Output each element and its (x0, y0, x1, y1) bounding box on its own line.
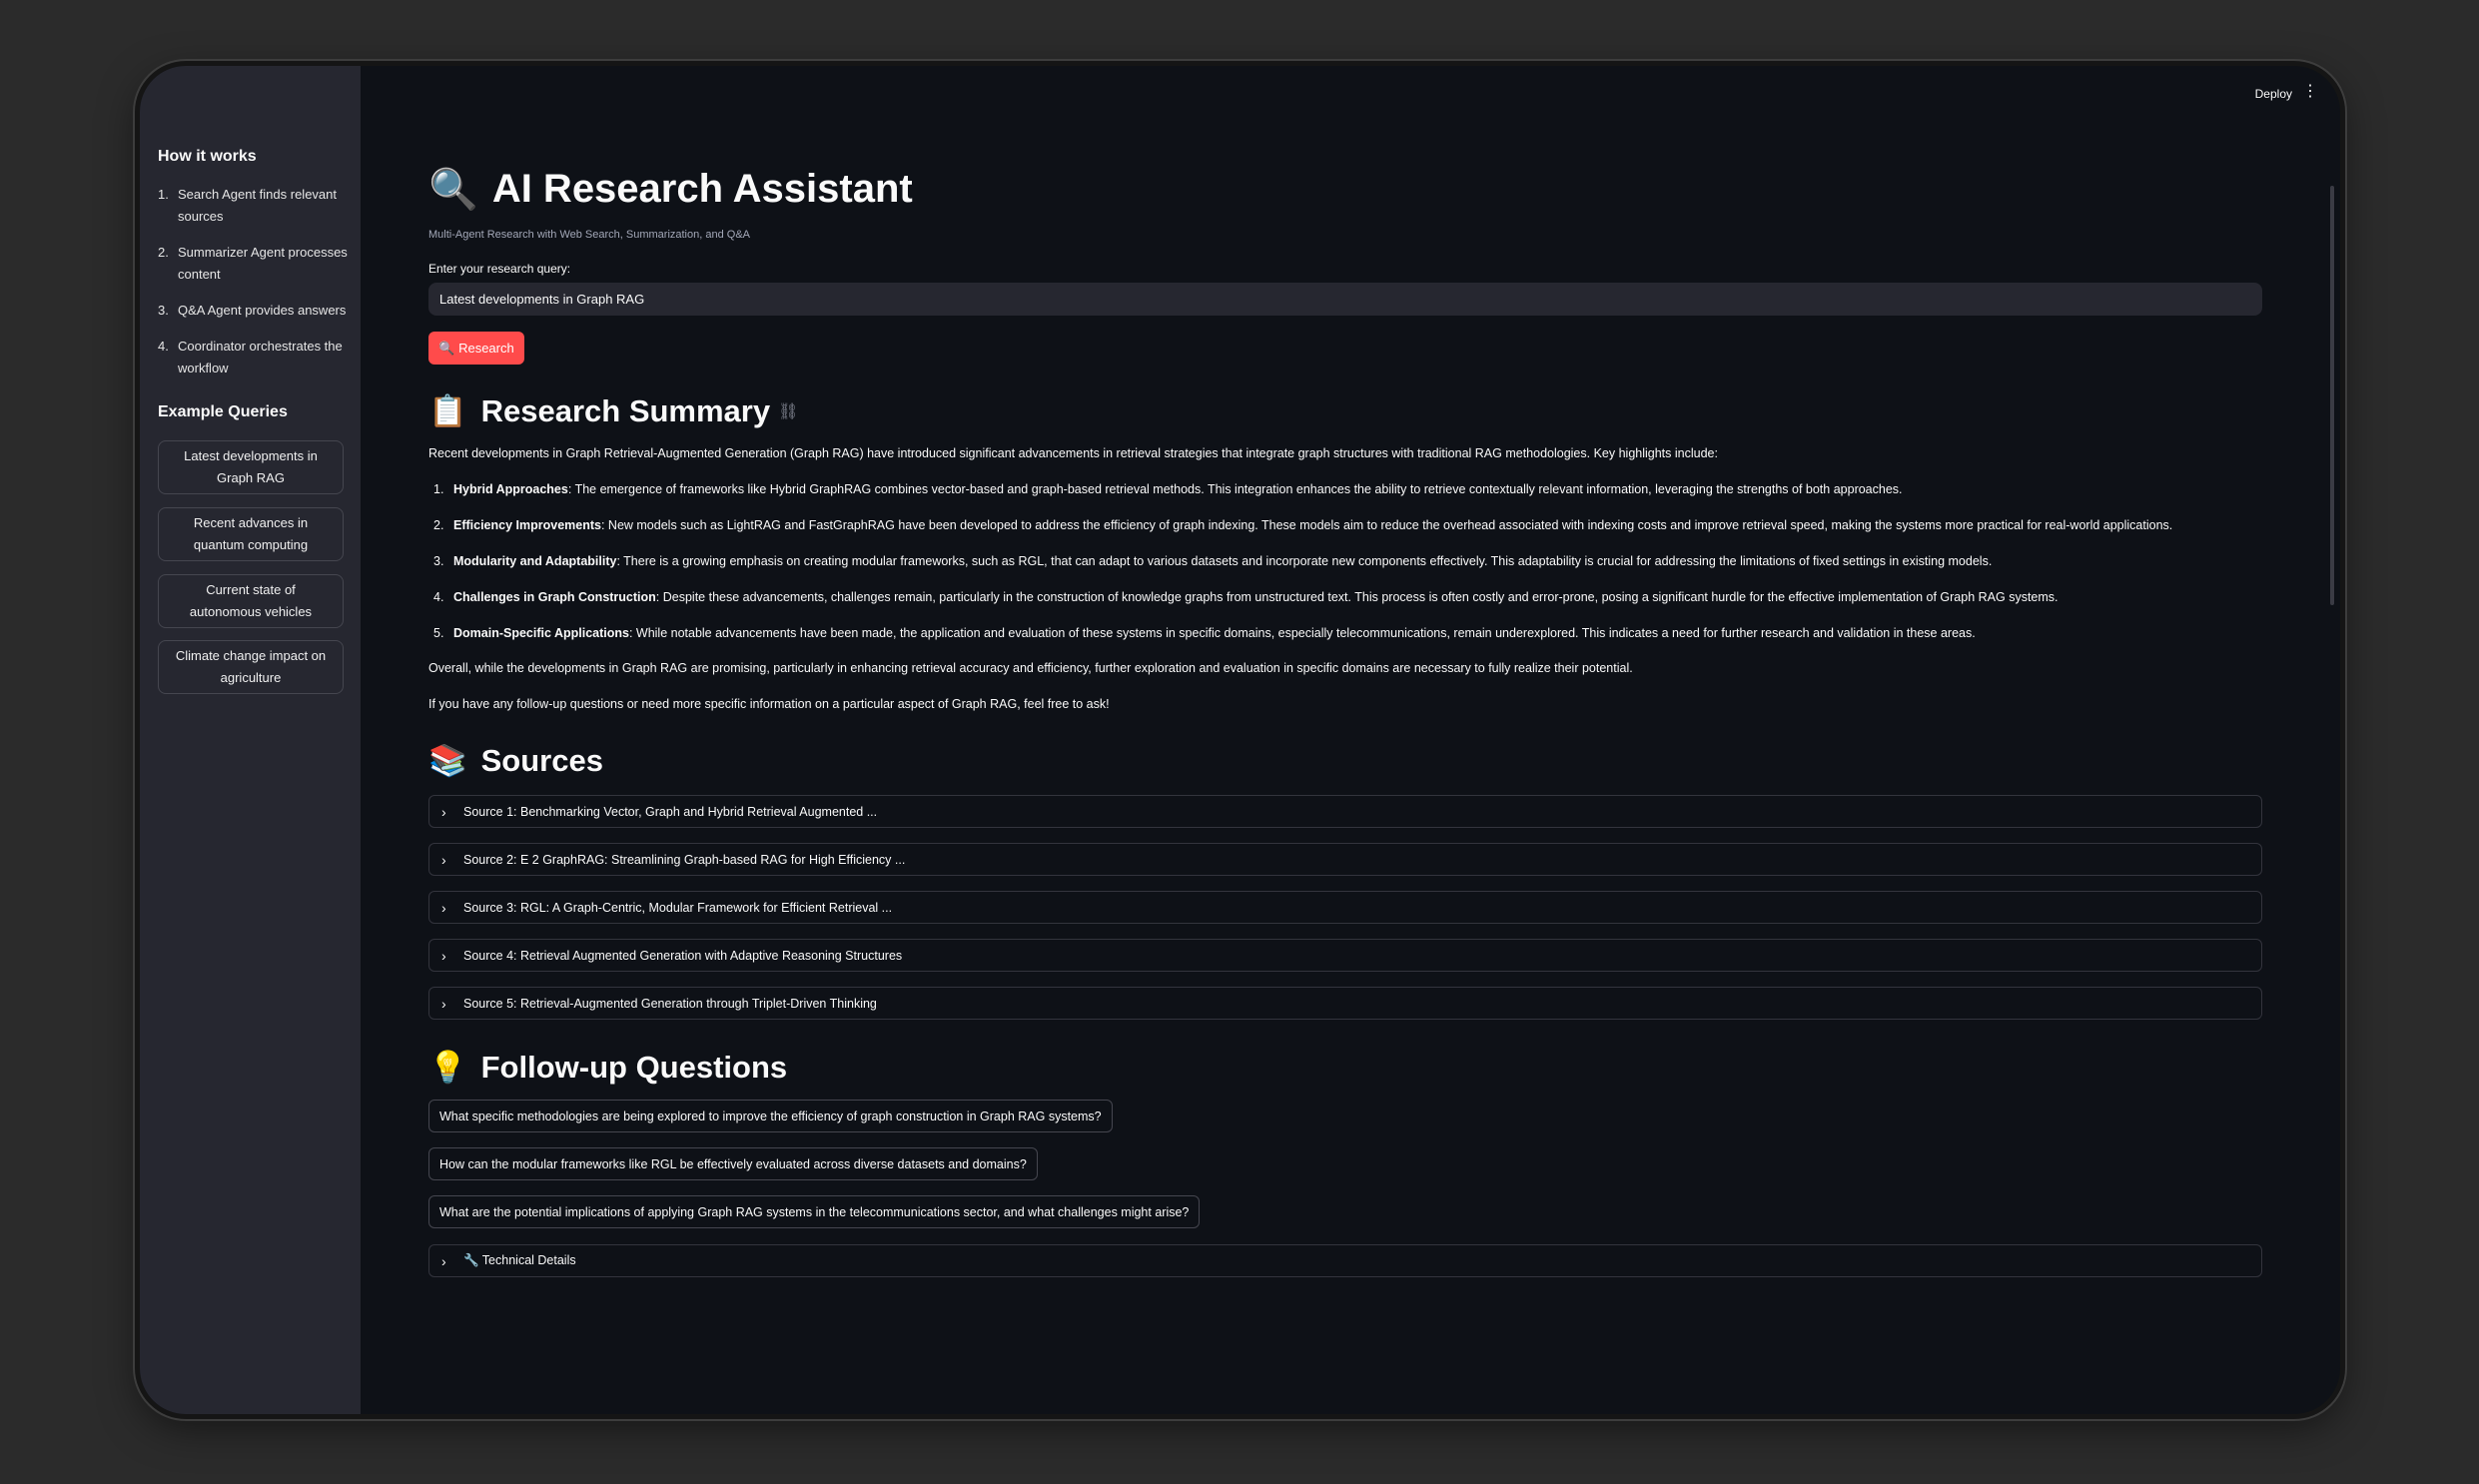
summary-list-item: 5. Domain-Specific Applications: While no… (433, 626, 1976, 640)
summary-list-item: 2. Efficiency Improvements: New models su… (433, 518, 2173, 532)
summary-list-item: 4. Challenges in Graph Construction: Desp… (433, 590, 2059, 604)
sidebar: How it works 1. Search Agent finds releva… (140, 66, 361, 1414)
summary-list-item: 1. Hybrid Approaches: The emergence of fr… (433, 482, 1903, 496)
books-icon: 📚 (428, 743, 467, 778)
followup-question-button[interactable]: How can the modular frameworks like RGL … (428, 1147, 1038, 1180)
lightbulb-icon: 💡 (428, 1050, 467, 1085)
steps-list: 1. Search Agent finds relevant sources 2.… (158, 184, 348, 393)
followup-heading: 💡 Follow-up Questions (428, 1049, 788, 1086)
chevron-right-icon: › (441, 899, 446, 916)
followup-question-button[interactable]: What are the potential implications of a… (428, 1195, 1201, 1228)
source-expander[interactable]: › Source 3: RGL: A Graph-Centric, Modular… (428, 891, 2262, 924)
example-query-button[interactable]: Latest developments in Graph RAG (158, 440, 344, 494)
chevron-right-icon: › (441, 803, 446, 820)
step-item: 3. Q&A Agent provides answers (158, 303, 347, 318)
step-item: 4. Coordinator orchestrates the workflow (158, 339, 343, 375)
source-expander[interactable]: › Source 4: Retrieval Augmented Generatio… (428, 939, 2262, 972)
how-it-works-heading: How it works (158, 148, 257, 165)
example-queries-heading: Example Queries (158, 403, 288, 420)
chevron-right-icon: › (441, 851, 446, 868)
query-input[interactable] (428, 283, 2262, 316)
summary-heading: 📋 Research Summary ⛓ (428, 392, 799, 429)
main-content: 🔍 AI Research Assistant Multi-Agent Rese… (428, 66, 2262, 1414)
summary-overall: Overall, while the developments in Graph… (428, 661, 1633, 675)
summary-followup-note: If you have any follow-up questions or n… (428, 697, 1110, 711)
page-subtitle: Multi-Agent Research with Web Search, Su… (428, 229, 750, 241)
chevron-right-icon: › (441, 1252, 446, 1269)
source-expander[interactable]: › Source 1: Benchmarking Vector, Graph an… (428, 795, 2262, 828)
example-query-button[interactable]: Current state of autonomous vehicles (158, 574, 344, 628)
query-label: Enter your research query: (428, 262, 571, 276)
technical-details-expander[interactable]: › 🔧 Technical Details (428, 1244, 2262, 1277)
more-menu-icon[interactable]: ⋮ (2302, 84, 2318, 100)
example-query-button[interactable]: Recent advances in quantum computing (158, 507, 344, 561)
summary-list-item: 3. Modularity and Adaptability: There is … (433, 554, 1993, 568)
step-item: 2. Summarizer Agent processes content (158, 245, 348, 282)
clipboard-icon: 📋 (428, 393, 467, 428)
scrollbar[interactable] (2330, 186, 2334, 605)
magnifier-icon: 🔍 (428, 168, 478, 212)
page-title: 🔍 AI Research Assistant (428, 167, 913, 212)
source-expander[interactable]: › Source 5: Retrieval-Augmented Generatio… (428, 987, 2262, 1020)
anchor-link-icon[interactable]: ⛓ (778, 401, 798, 421)
chevron-right-icon: › (441, 995, 446, 1012)
research-button[interactable]: 🔍 Research (428, 332, 524, 365)
summary-intro: Recent developments in Graph Retrieval-A… (428, 446, 1718, 460)
source-expander[interactable]: › Source 2: E 2 GraphRAG: Streamlining Gr… (428, 843, 2262, 876)
example-query-button[interactable]: Climate change impact on agriculture (158, 640, 344, 694)
sources-heading: 📚 Sources (428, 742, 603, 779)
followup-question-button[interactable]: What specific methodologies are being ex… (428, 1100, 1113, 1132)
app-window: How it works 1. Search Agent finds releva… (140, 66, 2340, 1414)
step-item: 1. Search Agent finds relevant sources (158, 187, 337, 224)
chevron-right-icon: › (441, 947, 446, 964)
